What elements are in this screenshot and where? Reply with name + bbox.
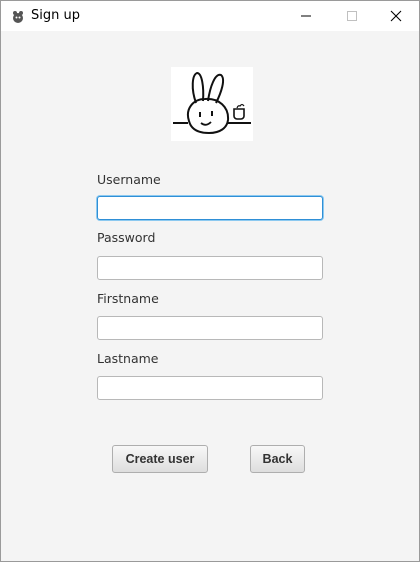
close-icon [390,10,402,22]
password-input[interactable] [97,256,323,280]
back-button[interactable]: Back [250,445,305,473]
minimize-icon [301,15,311,17]
sign-up-window: Sign up Username Password Firstname Last… [0,0,420,562]
create-user-button[interactable]: Create user [112,445,208,473]
username-label: Username [97,172,161,187]
username-input[interactable] [97,196,323,220]
rabbit-logo [171,67,253,141]
password-label: Password [97,230,156,245]
firstname-input[interactable] [97,316,323,340]
rabbit-logo-icon [173,71,251,135]
lastname-input[interactable] [97,376,323,400]
app-icon [11,9,25,23]
title-bar: Sign up [1,1,419,31]
lastname-label: Lastname [97,351,159,366]
window-title: Sign up [31,8,80,23]
minimize-button[interactable] [283,1,329,31]
firstname-label: Firstname [97,291,159,306]
maximize-icon [347,11,357,21]
maximize-button[interactable] [329,1,375,31]
close-button[interactable] [373,1,419,31]
